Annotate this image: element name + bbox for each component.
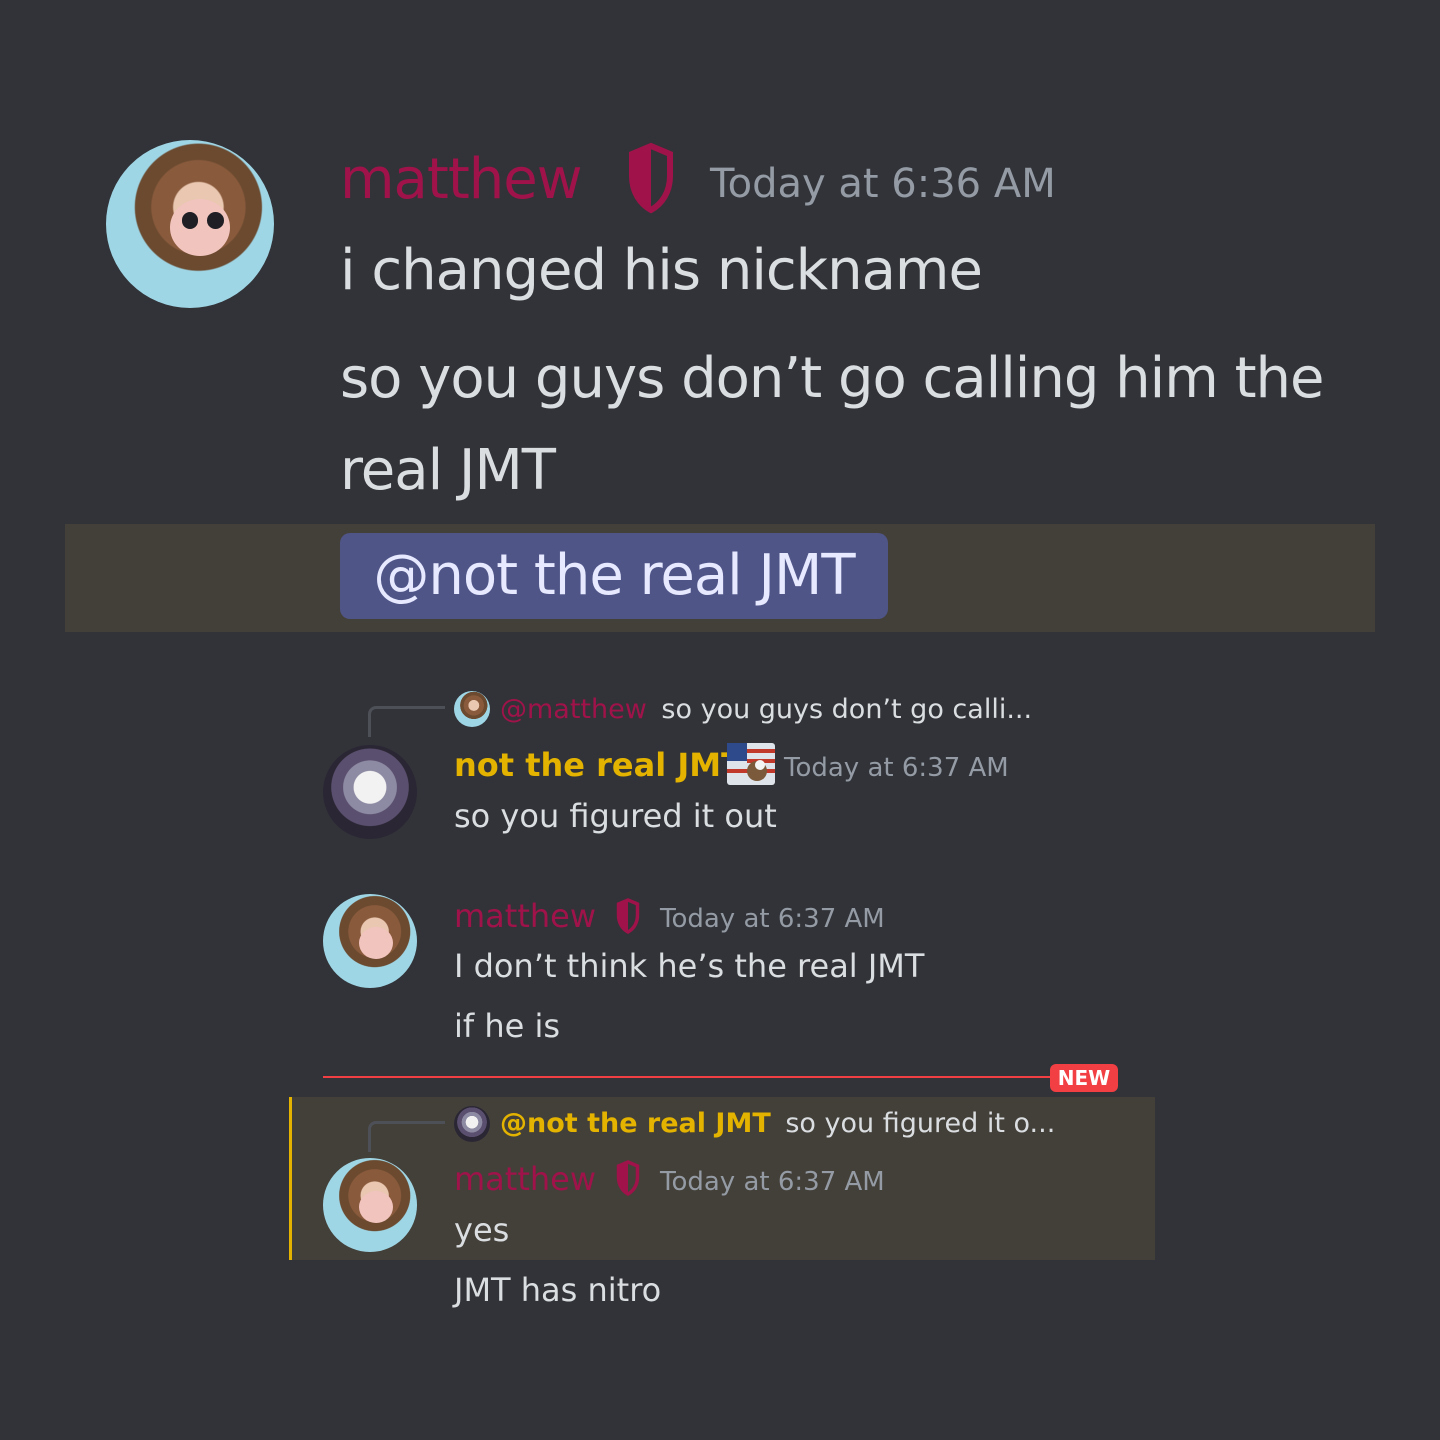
new-messages-divider (323, 1076, 1063, 1078)
reply-snippet: so you figured it o... (785, 1108, 1056, 1139)
reply-connector (368, 706, 445, 737)
shield-icon (616, 898, 640, 934)
avatar-face (169, 198, 231, 256)
author-name[interactable]: matthew (340, 145, 583, 215)
message-line: if he is (454, 1007, 561, 1045)
message-line: so you guys don’t go calling him the (340, 346, 1324, 411)
avatar-face (358, 926, 393, 959)
avatar-eye (206, 212, 224, 230)
message-timestamp: Today at 6:36 AM (710, 161, 1056, 207)
author-name[interactable]: matthew (454, 896, 596, 936)
new-badge: NEW (1050, 1064, 1118, 1092)
message-timestamp: Today at 6:37 AM (660, 1167, 885, 1197)
author-name[interactable]: matthew (454, 1159, 596, 1199)
matthew-avatar-large[interactable] (106, 140, 274, 308)
message-line: yes (454, 1211, 510, 1249)
shield-icon (629, 142, 673, 214)
message-line: so you figured it out (454, 797, 777, 835)
reply-connector (368, 1121, 445, 1152)
reply-avatar-icon (454, 1106, 490, 1142)
shield-icon (616, 1160, 640, 1196)
message-line: JMT has nitro (454, 1271, 662, 1309)
reply-snippet: so you guys don’t go calli... (661, 694, 1033, 725)
message-timestamp: Today at 6:37 AM (784, 753, 1009, 783)
matthew-avatar[interactable] (323, 1158, 417, 1252)
message-timestamp: Today at 6:37 AM (660, 904, 885, 934)
message-line: I don’t think he’s the real JMT (454, 947, 925, 985)
avatar-face (358, 1190, 393, 1223)
matthew-avatar[interactable] (323, 894, 417, 988)
reply-preview[interactable]: @matthew so you guys don’t go calli... (500, 692, 1032, 728)
message-line: real JMT (340, 438, 556, 503)
flag-eagle-icon (727, 743, 775, 785)
reply-avatar-icon (454, 691, 490, 727)
jmt-avatar[interactable] (323, 745, 417, 839)
user-mention[interactable]: @not the real JMT (340, 533, 888, 619)
message-line: i changed his nickname (340, 238, 983, 303)
reply-preview[interactable]: @not the real JMT so you figured it o... (500, 1106, 1055, 1142)
author-name[interactable]: not the real JMT (454, 745, 743, 785)
reply-author[interactable]: @not the real JMT (500, 1108, 771, 1139)
reply-author[interactable]: @matthew (500, 694, 647, 725)
